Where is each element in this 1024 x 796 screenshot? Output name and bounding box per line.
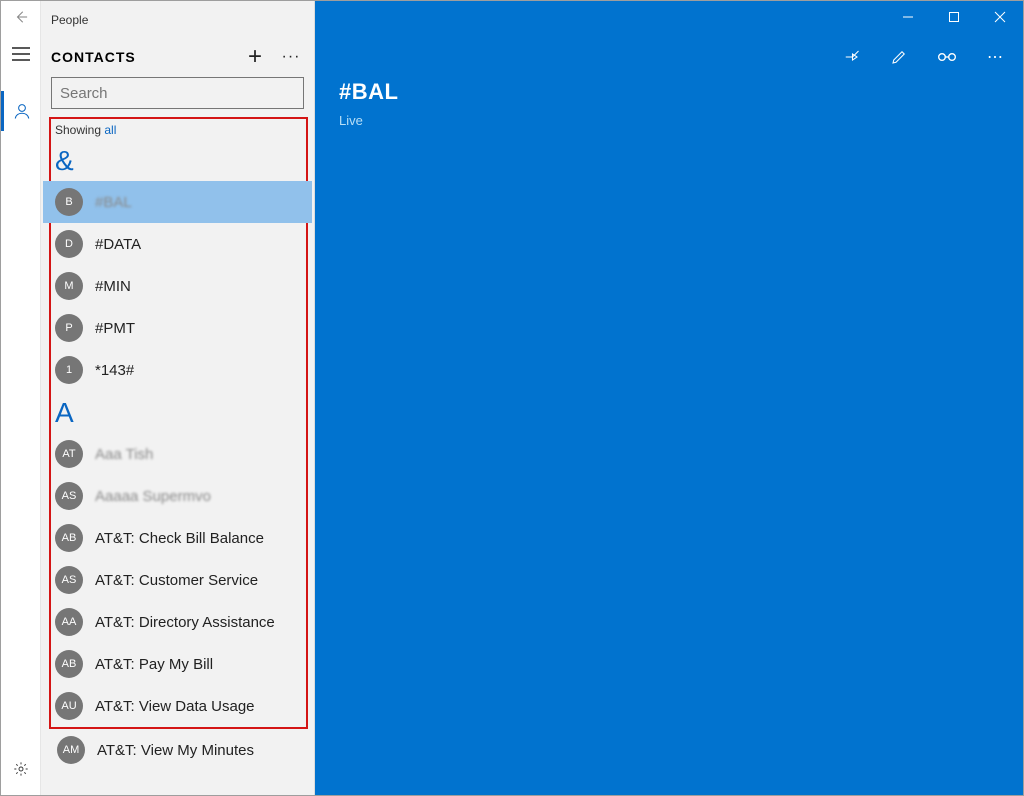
pencil-icon bbox=[890, 48, 908, 66]
contact-row[interactable]: M #MIN bbox=[51, 265, 306, 307]
contact-avatar: AS bbox=[55, 482, 83, 510]
contact-detail-pane: ⋯ #BAL Live bbox=[315, 1, 1023, 795]
contact-name: #DATA bbox=[95, 236, 141, 253]
contact-row[interactable]: AS AT&T: Customer Service bbox=[51, 559, 306, 601]
contact-row[interactable]: AT Aaa Tish bbox=[51, 433, 306, 475]
add-contact-button[interactable]: + bbox=[240, 43, 270, 71]
link-button[interactable] bbox=[925, 39, 969, 75]
contact-row[interactable]: AS Aaaaa Supermvo bbox=[51, 475, 306, 517]
contact-avatar: AA bbox=[55, 608, 83, 636]
pin-button[interactable] bbox=[829, 39, 873, 75]
back-button[interactable] bbox=[1, 1, 41, 33]
minimize-button[interactable] bbox=[885, 1, 931, 33]
contact-avatar: M bbox=[55, 272, 83, 300]
contact-name: Aaaaa Supermvo bbox=[95, 488, 211, 505]
contact-name: AT&T: Check Bill Balance bbox=[95, 530, 264, 547]
link-icon bbox=[937, 48, 957, 66]
person-icon bbox=[13, 102, 31, 120]
app-title: People bbox=[51, 13, 88, 27]
contact-row[interactable]: AA AT&T: Directory Assistance bbox=[51, 601, 306, 643]
hamburger-button[interactable] bbox=[12, 47, 30, 61]
detail-actions: ⋯ bbox=[829, 39, 1017, 75]
window-controls bbox=[885, 1, 1023, 33]
pin-icon bbox=[842, 48, 860, 66]
contact-row[interactable]: AB AT&T: Check Bill Balance bbox=[51, 517, 306, 559]
filter-link[interactable]: all bbox=[104, 123, 116, 137]
contact-row[interactable]: P #PMT bbox=[51, 307, 306, 349]
detail-more-button[interactable]: ⋯ bbox=[973, 39, 1017, 75]
contact-name: AT&T: View My Minutes bbox=[97, 742, 254, 759]
contact-name: AT&T: Directory Assistance bbox=[95, 614, 275, 631]
contact-avatar: AB bbox=[55, 650, 83, 678]
contact-row[interactable]: AM AT&T: View My Minutes bbox=[53, 729, 308, 771]
contact-name: AT&T: View Data Usage bbox=[95, 698, 255, 715]
contact-avatar: AU bbox=[55, 692, 83, 720]
close-icon bbox=[994, 11, 1006, 23]
contact-avatar: B bbox=[55, 188, 83, 216]
contact-row[interactable]: AB AT&T: Pay My Bill bbox=[51, 643, 306, 685]
contact-avatar: AS bbox=[55, 566, 83, 594]
group-header-a[interactable]: A bbox=[51, 391, 306, 433]
more-icon: ⋯ bbox=[987, 47, 1003, 67]
group-header-symbol[interactable]: & bbox=[51, 139, 306, 181]
hamburger-icon bbox=[12, 47, 30, 61]
people-tab[interactable] bbox=[1, 91, 41, 131]
highlight-box: Showing all & B #BAL D #DATA M #MIN P #P… bbox=[49, 117, 308, 729]
contact-avatar: P bbox=[55, 314, 83, 342]
contact-avatar: AB bbox=[55, 524, 83, 552]
minimize-icon bbox=[902, 11, 914, 23]
edit-button[interactable] bbox=[877, 39, 921, 75]
contact-row[interactable]: AU AT&T: View Data Usage bbox=[51, 685, 306, 727]
contacts-panel: People CONTACTS + ··· Showing all & B #B… bbox=[41, 1, 315, 795]
contact-row[interactable]: 1 *143# bbox=[51, 349, 306, 391]
contact-name: Aaa Tish bbox=[95, 446, 153, 463]
detail-title: #BAL bbox=[339, 79, 398, 105]
contact-row[interactable]: D #DATA bbox=[51, 223, 306, 265]
contact-avatar: AT bbox=[55, 440, 83, 468]
left-rail bbox=[1, 1, 41, 795]
contact-avatar: AM bbox=[57, 736, 85, 764]
maximize-button[interactable] bbox=[931, 1, 977, 33]
contact-name: #BAL bbox=[95, 194, 132, 211]
contact-name: AT&T: Pay My Bill bbox=[95, 656, 213, 673]
contact-row[interactable]: B #BAL bbox=[43, 181, 312, 223]
contact-name: AT&T: Customer Service bbox=[95, 572, 258, 589]
maximize-icon bbox=[948, 11, 960, 23]
panel-more-button[interactable]: ··· bbox=[278, 48, 304, 66]
search-input[interactable] bbox=[51, 77, 304, 109]
contact-name: #PMT bbox=[95, 320, 135, 337]
panel-heading: CONTACTS bbox=[51, 49, 232, 65]
gear-icon bbox=[13, 761, 29, 777]
contact-avatar: D bbox=[55, 230, 83, 258]
close-button[interactable] bbox=[977, 1, 1023, 33]
back-arrow-icon bbox=[14, 10, 28, 24]
contact-avatar: 1 bbox=[55, 356, 83, 384]
contact-name: #MIN bbox=[95, 278, 131, 295]
contact-name: *143# bbox=[95, 362, 134, 379]
detail-subtitle: Live bbox=[339, 113, 363, 128]
settings-button[interactable] bbox=[1, 749, 41, 789]
showing-filter: Showing all bbox=[51, 119, 306, 139]
